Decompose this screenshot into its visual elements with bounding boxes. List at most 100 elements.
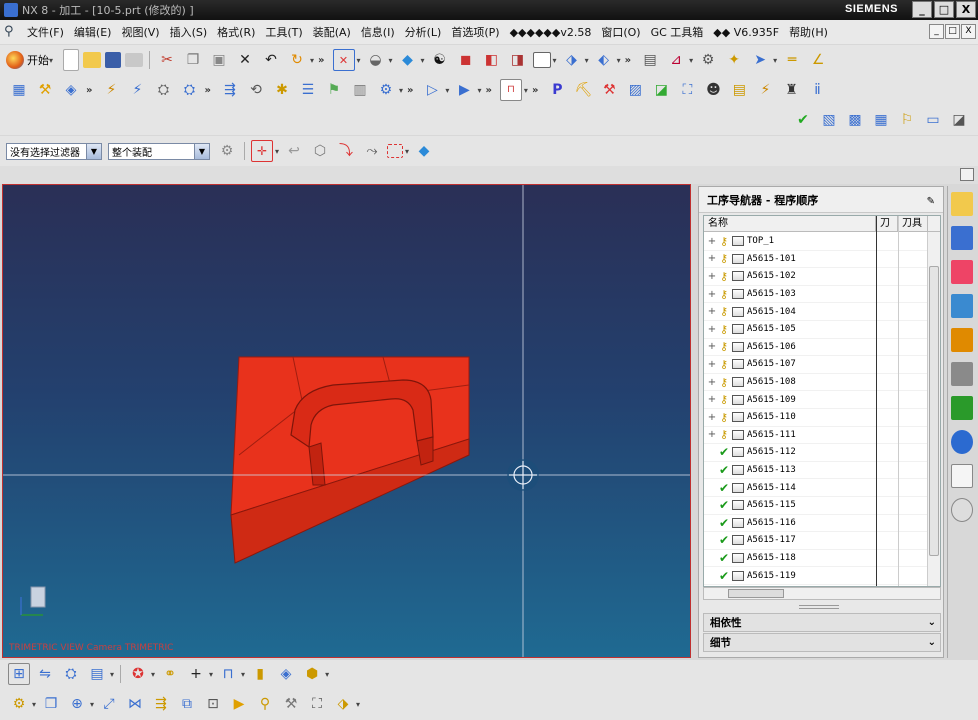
menu-edit[interactable]: 编辑(E) <box>69 24 117 40</box>
mill-icon[interactable]: ⛏ <box>572 79 594 101</box>
lathe-icon[interactable]: ▨ <box>624 79 646 101</box>
shaded-cube-icon[interactable]: ◆ <box>397 49 419 71</box>
hole-making-icon[interactable]: ▤ <box>728 79 750 101</box>
filter-display-icon[interactable]: ▶ <box>453 79 475 101</box>
shop-doc-icon[interactable]: ▥ <box>349 79 371 101</box>
output-cls-icon[interactable]: ⚙ <box>375 79 397 101</box>
assign-feedrate-icon[interactable]: ⚐ <box>896 109 918 131</box>
yin-yang-icon[interactable]: ☯ <box>429 49 451 71</box>
expand-icon[interactable]: + <box>707 341 717 352</box>
method-view-icon[interactable]: ✪ <box>127 663 149 685</box>
system-materials-icon[interactable] <box>951 464 973 488</box>
doc-minimize-button[interactable]: _ <box>929 24 944 39</box>
expand-icon[interactable]: + <box>707 306 717 317</box>
display-icon[interactable]: ▷ <box>421 79 443 101</box>
nx-menu-icon[interactable]: ⚲ <box>4 24 20 40</box>
edit-object-icon[interactable]: ▧ <box>818 109 840 131</box>
measure-angle-icon[interactable]: ∠ <box>807 49 829 71</box>
probing-icon[interactable]: ⛶ <box>676 79 698 101</box>
expand-icon[interactable]: + <box>707 236 717 247</box>
edit-section-icon[interactable]: ◧ <box>481 49 503 71</box>
assembly-select-icon[interactable]: ⚙ <box>216 140 238 162</box>
reuse-library-icon[interactable] <box>951 328 973 352</box>
start-button[interactable]: 开始 ▾ <box>6 51 55 69</box>
post-builder-icon[interactable]: P <box>546 79 568 101</box>
new-file-icon[interactable] <box>63 49 80 71</box>
cylinder-icon[interactable]: ▮ <box>249 663 271 685</box>
show-hide-icon[interactable]: ⬗ <box>561 49 583 71</box>
analysis-icon[interactable]: ⊿ <box>665 49 687 71</box>
details-panel[interactable]: 细节 ⌄ <box>703 633 941 652</box>
navigator-row[interactable]: ✔ A5615-112 <box>704 444 928 462</box>
open-folder-icon[interactable] <box>83 52 102 68</box>
navigator-row[interactable]: + ⚷ A5615-102 <box>704 268 928 286</box>
attach-icon[interactable]: ⚲ <box>254 693 276 715</box>
gc-tool-icon[interactable]: ⚙ <box>697 49 719 71</box>
info-icon[interactable]: ▤ <box>639 49 661 71</box>
menu-insert[interactable]: 插入(S) <box>165 24 213 40</box>
object-display-icon[interactable]: ▩ <box>844 109 866 131</box>
scope-combo[interactable]: 整个装配 ▼ <box>108 142 210 160</box>
part-navigator-icon[interactable] <box>951 294 973 318</box>
robot-icon[interactable]: ♜ <box>780 79 802 101</box>
navigator-row[interactable]: + ⚷ A5615-103 <box>704 286 928 304</box>
create-operation-icon[interactable]: ⚙ <box>8 693 30 715</box>
drill-icon[interactable]: ⚒ <box>598 79 620 101</box>
operation-icon-1[interactable]: ⚡ <box>100 79 122 101</box>
web-browser-icon[interactable] <box>951 396 973 420</box>
expand-icon[interactable]: + <box>707 359 717 370</box>
menu-analysis[interactable]: 分析(L) <box>400 24 447 40</box>
expand-icon[interactable]: + <box>707 377 717 388</box>
repeat-command-icon[interactable]: ↻ <box>286 49 308 71</box>
hd3d-tools-icon[interactable] <box>951 362 973 386</box>
navigator-row[interactable]: + ⚷ A5615-106 <box>704 339 928 357</box>
model-viewport[interactable] <box>3 185 691 658</box>
navigator-row[interactable]: + ⚷ A5615-111 <box>704 427 928 445</box>
background-icon[interactable] <box>532 52 551 68</box>
split-icon[interactable]: ⇶ <box>150 693 172 715</box>
structure-icon[interactable]: ⛶ <box>306 693 328 715</box>
expand-icon[interactable]: + <box>707 394 717 405</box>
create-tool-icon[interactable]: ⚒ <box>34 79 56 101</box>
close-button[interactable]: X <box>956 1 976 18</box>
paste-icon[interactable]: ▣ <box>208 49 230 71</box>
navigator-row[interactable]: + ⚷ A5615-109 <box>704 391 928 409</box>
hammer-icon[interactable]: ⚒ <box>280 693 302 715</box>
deselect-icon[interactable]: ↩ <box>283 140 305 162</box>
fit-view-icon[interactable]: ✕ <box>332 49 355 71</box>
menu-plugin-2[interactable]: ◆◆ V6.935F <box>708 26 784 39</box>
create-geometry-icon[interactable]: ◈ <box>60 79 82 101</box>
dependencies-panel[interactable]: 相依性 ⌄ <box>703 613 941 632</box>
navigator-row[interactable]: ✔ A5615-119 <box>704 567 928 585</box>
postprocess-icon[interactable]: ⚑ <box>323 79 345 101</box>
group-icon[interactable]: ⧉ <box>176 693 198 715</box>
operation-icon-2[interactable]: ⚡ <box>126 79 148 101</box>
menu-help[interactable]: 帮助(H) <box>784 24 833 40</box>
layer-icon[interactable]: ⬖ <box>593 49 615 71</box>
navigator-row[interactable]: ✔ A5615-118 <box>704 550 928 568</box>
snap-point-icon[interactable]: ✛ <box>251 140 273 162</box>
doc-close-button[interactable]: X <box>961 24 976 39</box>
expand-icon[interactable]: + <box>707 271 717 282</box>
save-icon[interactable] <box>105 52 122 68</box>
operation-icon-3[interactable]: ⛭ <box>152 79 174 101</box>
section-view-icon[interactable]: ◼ <box>455 49 477 71</box>
expand-icon[interactable]: + <box>707 324 717 335</box>
machine-tool-navigator-icon[interactable] <box>951 226 973 250</box>
generate-toolpath-icon[interactable]: ⇶ <box>219 79 241 101</box>
clip-section-icon[interactable]: ◨ <box>507 49 529 71</box>
transform-icon[interactable]: ▦ <box>870 109 892 131</box>
geometry-view-icon[interactable]: ▤ <box>86 663 108 685</box>
expand-icon[interactable]: + <box>707 429 717 440</box>
vertical-scrollbar[interactable] <box>927 232 940 586</box>
clock-icon[interactable] <box>951 498 973 522</box>
mirror-icon[interactable]: ⋈ <box>124 693 146 715</box>
select-body-icon[interactable]: ⬡ <box>309 140 331 162</box>
menu-view[interactable]: 视图(V) <box>116 24 164 40</box>
select-edge-icon[interactable]: ⤳ <box>361 140 383 162</box>
navigator-row[interactable]: + ⚷ A5615-110 <box>704 409 928 427</box>
maximize-button[interactable]: □ <box>934 1 954 18</box>
navigator-row[interactable]: + ⚷ A5615-101 <box>704 251 928 269</box>
verify-toolpath-icon[interactable]: ✱ <box>271 79 293 101</box>
menu-information[interactable]: 信息(I) <box>356 24 400 40</box>
